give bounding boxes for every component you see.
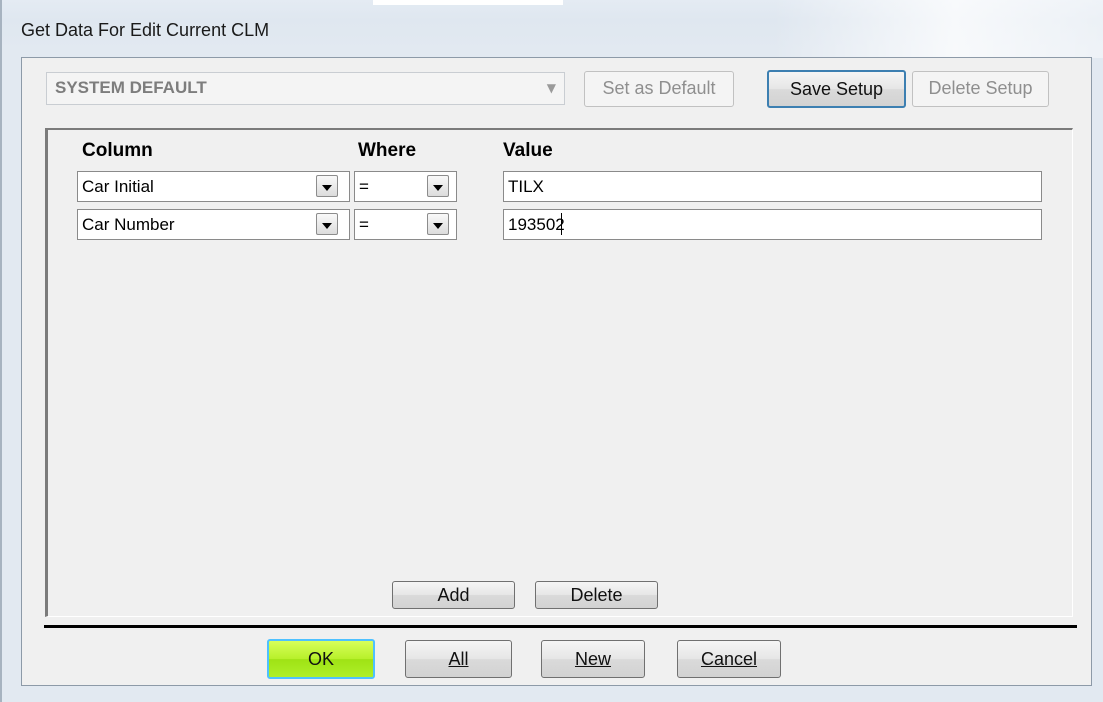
add-row-button[interactable]: Add (392, 581, 515, 609)
where-header: Where (358, 140, 417, 161)
value-input-row-1[interactable]: TILX (503, 171, 1042, 202)
column-select-value: Car Number (82, 215, 175, 234)
delete-row-button[interactable]: Delete (535, 581, 658, 609)
operator-select-value: = (359, 177, 369, 196)
new-button-label: New (574, 649, 611, 669)
dialog-window: Get Data For Edit Current CLM SYSTEM DEF… (0, 0, 1103, 702)
title-bar-glow (773, 0, 1103, 58)
all-button-label: All (448, 649, 469, 669)
chevron-down-icon: ▼ (546, 81, 556, 95)
new-button[interactable]: New (541, 640, 645, 678)
value-input-row-2[interactable]: 193502 (503, 209, 1042, 240)
cancel-button-label: Cancel (700, 649, 758, 669)
column-select-value: Car Initial (82, 177, 154, 196)
column-header: Column (82, 140, 153, 161)
set-as-default-button[interactable]: Set as Default (584, 71, 734, 107)
footer-divider (44, 625, 1077, 628)
delete-setup-button[interactable]: Delete Setup (912, 71, 1049, 107)
setup-dropdown[interactable]: SYSTEM DEFAULT ▼ (46, 72, 565, 105)
column-select-row-1[interactable]: Car Initial (77, 171, 350, 202)
title-bar-strip (373, 0, 563, 5)
save-setup-button[interactable]: Save Setup (767, 70, 906, 108)
operator-select-value: = (359, 215, 369, 234)
setup-dropdown-value: SYSTEM DEFAULT (55, 78, 207, 97)
window-title: Get Data For Edit Current CLM (21, 20, 270, 40)
value-input-text: TILX (508, 177, 544, 196)
cancel-button[interactable]: Cancel (677, 640, 781, 678)
all-button[interactable]: All (405, 640, 512, 678)
ok-button[interactable]: OK (267, 639, 375, 679)
column-select-row-2[interactable]: Car Number (77, 209, 350, 240)
chevron-down-icon[interactable] (427, 175, 449, 197)
chevron-down-icon[interactable] (316, 175, 338, 197)
value-input-text: 193502 (508, 215, 565, 234)
value-header: Value (503, 140, 553, 161)
window-edge (0, 0, 2, 702)
text-caret (561, 213, 562, 235)
chevron-down-icon[interactable] (427, 213, 449, 235)
chevron-down-icon[interactable] (316, 213, 338, 235)
